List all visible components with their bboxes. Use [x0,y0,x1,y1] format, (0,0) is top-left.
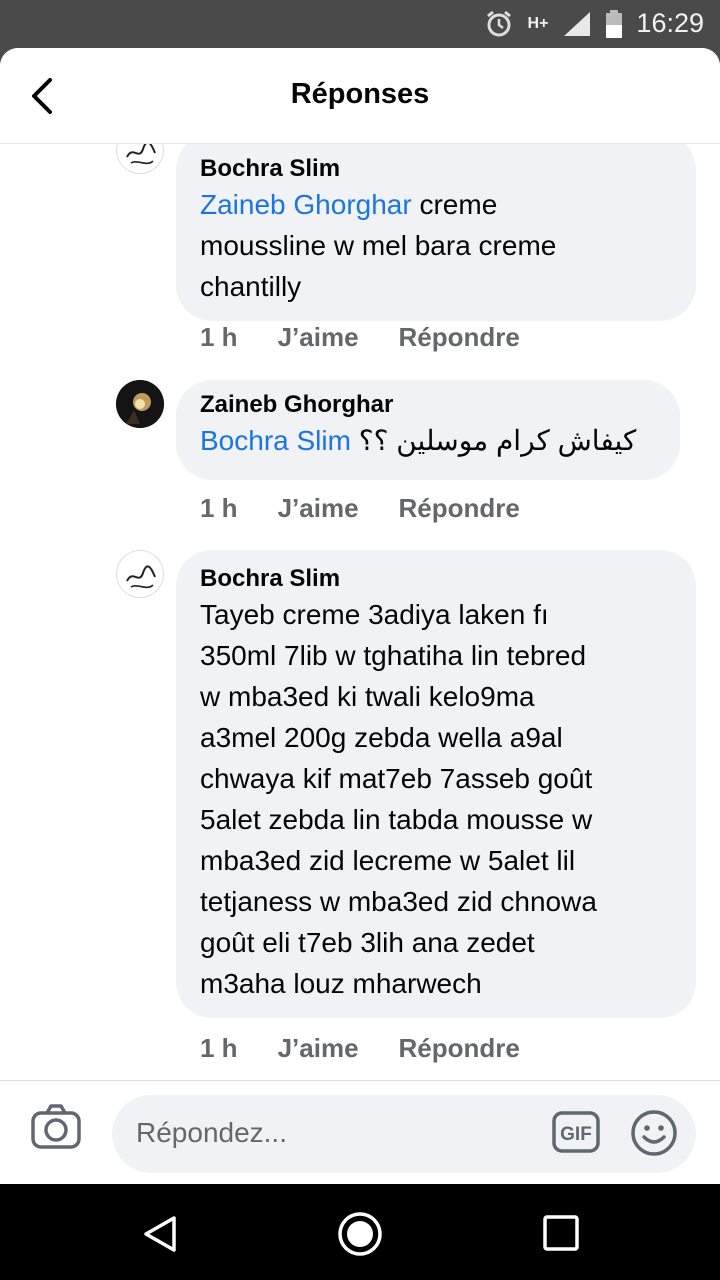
header: Réponses [0,48,720,144]
comment-bubble[interactable]: Zaineb Ghorghar Bochra Slim كيفاش كرام م… [176,380,680,480]
comment-actions: 1 h J’aime Répondre [200,1033,560,1064]
signal-icon [564,11,591,36]
reply-button[interactable]: Répondre [399,1033,520,1064]
nav-home-icon[interactable] [336,1210,384,1258]
alarm-icon [486,10,511,36]
battery-icon [606,9,623,38]
replies-thread[interactable]: Bochra Slim Zaineb Ghorghar creme moussl… [0,144,720,1080]
page-title: Réponses [290,78,430,110]
mention-link[interactable]: Zaineb Ghorghar [200,189,412,220]
comment-line: w mba3ed ki twali kelo9ma [200,681,535,712]
comment-line: 350ml 7lib w tghatiha lin tebred [200,640,587,671]
comment-bubble[interactable]: Bochra Slim Zaineb Ghorghar creme moussl… [176,144,696,321]
comment-author[interactable]: Zaineb Ghorghar [200,390,656,420]
status-icons: H+ 16:29 [484,8,704,39]
comment-line: Tayeb creme 3adiya laken fı [200,599,549,630]
gif-label: GIF [560,1124,592,1145]
smiley-icon[interactable] [630,1109,678,1157]
comment-text: Zaineb Ghorghar creme moussline w mel ba… [200,184,672,307]
comment-time: 1 h [200,1033,238,1063]
nav-recents-icon[interactable] [542,1214,580,1252]
like-button[interactable]: J’aime [278,493,359,524]
replies-sheet: Réponses Bochra Slim Zaineb Ghorghar cre… [0,48,720,1184]
profile-photo [116,380,164,428]
calligraphy-avatar-icon [126,144,156,165]
comment-author[interactable]: Bochra Slim [200,564,672,594]
clock: 16:29 [636,8,704,38]
camera-icon[interactable] [30,1101,82,1153]
avatar[interactable] [116,144,164,174]
reply-button[interactable]: Répondre [399,493,520,524]
comment-text: Tayeb creme 3adiya laken fı 350ml 7lib w… [200,594,672,1004]
comment-line: a3mel 200g zebda wella a9al [200,722,563,753]
comment-actions: 1 h J’aime Répondre [200,493,560,524]
like-button[interactable]: J’aime [278,322,359,353]
comment-time: 1 h [200,322,238,352]
comment-line: creme [411,189,498,220]
calligraphy-avatar-icon [126,565,156,589]
comment-line: 5alet zebda lin tabda mousse w [200,804,593,835]
gif-icon[interactable]: GIF [552,1111,600,1153]
reply-button[interactable]: Répondre [399,322,520,353]
comment-time: 1 h [200,493,238,523]
comment-text: Bochra Slim كيفاش كرام موسلين ؟؟ [200,420,656,461]
comment-line: m3aha louz mharwech [200,968,482,999]
comment-bubble[interactable]: Bochra Slim Tayeb creme 3adiya laken fı … [176,550,696,1018]
comment-line: tetjaness w mba3ed zid chnowa [200,886,597,917]
avatar[interactable] [116,550,164,598]
reply-composer: Répondez... GIF [0,1080,720,1184]
mention-link[interactable]: Bochra Slim [200,425,351,456]
comment-line: goût eli t7eb 3lih ana zedet [200,927,535,958]
avatar[interactable] [116,380,164,428]
like-button[interactable]: J’aime [278,1033,359,1064]
nav-back-icon[interactable] [138,1212,182,1256]
comment-actions: 1 h J’aime Répondre [200,322,560,353]
comment-author[interactable]: Bochra Slim [200,154,672,184]
system-nav-bar [0,1184,720,1280]
reply-input-placeholder: Répondez... [136,1117,287,1148]
comment-line: chantilly [200,271,302,302]
comment-line: moussline w mel bara creme [200,230,557,261]
comment-line: mba3ed zid lecreme w 5alet lil [200,845,576,876]
reply-input[interactable]: Répondez... GIF [112,1095,696,1173]
network-type: H+ [527,14,549,32]
status-bar: H+ 16:29 [0,0,720,48]
comment-line: chwaya kif mat7eb 7asseb goût [200,763,593,794]
comment-line: كيفاش كرام موسلين ؟؟ [350,425,637,456]
